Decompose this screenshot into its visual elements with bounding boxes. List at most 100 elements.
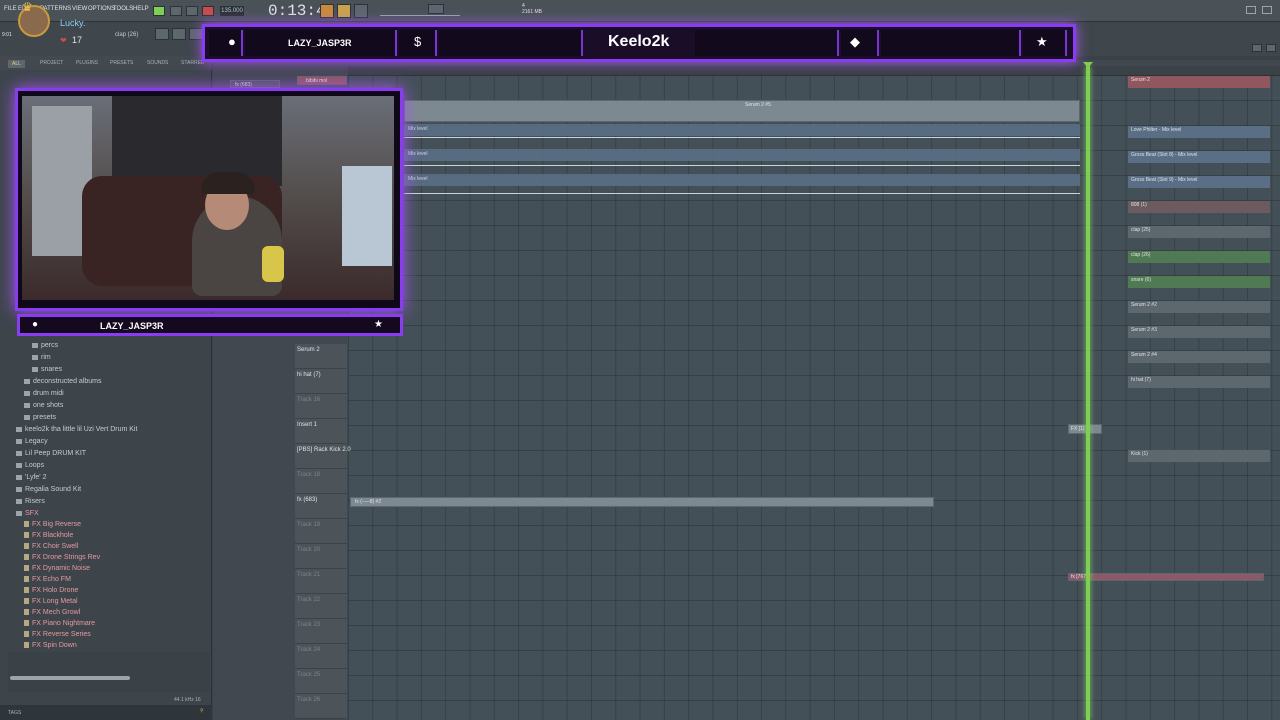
- menu-tools[interactable]: TOOLS: [113, 6, 133, 12]
- tab-project[interactable]: PROJECT: [40, 60, 63, 66]
- pattern-song-toggle[interactable]: [153, 6, 165, 16]
- automation-clip[interactable]: Mix level: [404, 124, 1080, 136]
- main-toolbar: FILE EDIT PATTERNS VIEW OPTIONS TOOLS HE…: [0, 0, 1280, 22]
- automation-curve: [404, 193, 1080, 194]
- metronome-icon[interactable]: [320, 4, 334, 18]
- tree-item[interactable]: snares: [32, 366, 62, 373]
- timeline-ruler[interactable]: [348, 66, 1280, 76]
- folder-icon: [16, 462, 22, 468]
- overlay-username: LAZY_JASP3R: [288, 38, 352, 48]
- sfx-file[interactable]: FX Spin Down: [24, 642, 77, 649]
- tree-item[interactable]: 'Lyfe' 2: [16, 474, 46, 481]
- track-header[interactable]: fx (683): [295, 494, 347, 519]
- sfx-file[interactable]: FX Reverse Series: [24, 631, 91, 638]
- sfx-file[interactable]: FX Piano Nightmare: [24, 620, 95, 627]
- folder-icon: [16, 498, 22, 504]
- audio-clip-fx-right[interactable]: FX [1]: [1068, 424, 1102, 434]
- audio-file-icon: [24, 576, 29, 583]
- track-header[interactable]: hi hat (7): [295, 369, 347, 394]
- mini-clip-label: Love Philter - Mix level: [1131, 127, 1182, 133]
- track-header[interactable]: Track 22: [295, 594, 347, 619]
- settings-icon[interactable]: [1252, 44, 1262, 52]
- track-header[interactable]: Track 21: [295, 569, 347, 594]
- audio-file-icon: [24, 532, 29, 539]
- track-header[interactable]: Track 16: [295, 394, 347, 419]
- sfx-file[interactable]: FX Dynamic Noise: [24, 565, 90, 572]
- stop-button[interactable]: [186, 6, 198, 16]
- tree-item[interactable]: percs: [32, 342, 58, 349]
- minimize-icon[interactable]: [1246, 6, 1256, 14]
- audio-clip-serum[interactable]: Serum 2 #5: [404, 100, 1080, 122]
- folder-icon: [32, 366, 38, 372]
- pattern-clip[interactable]: bibibi mol: [297, 76, 347, 85]
- loop-record-icon[interactable]: [354, 4, 368, 18]
- tree-item[interactable]: rim: [32, 354, 51, 361]
- track-header[interactable]: [PBS] Rack Kick 2.0: [295, 444, 351, 469]
- tree-item[interactable]: Loops: [16, 462, 44, 469]
- play-button[interactable]: [170, 6, 182, 16]
- mini-clip[interactable]: [1128, 201, 1270, 213]
- countdown-icon[interactable]: [337, 4, 351, 18]
- overlay-segment: [881, 30, 1021, 56]
- audio-file-icon: [24, 587, 29, 594]
- maximize-icon[interactable]: [1262, 6, 1272, 14]
- tree-item[interactable]: deconstructed albums: [24, 378, 101, 385]
- automation-clip[interactable]: Mix level: [404, 174, 1080, 186]
- sfx-file[interactable]: FX Mech Growl: [24, 609, 80, 616]
- search-icon[interactable]: ⚲: [200, 708, 204, 714]
- close-icon[interactable]: [1266, 44, 1276, 52]
- tree-item[interactable]: Legacy: [16, 438, 48, 445]
- track-header-fx[interactable]: fx (683): [230, 80, 280, 88]
- mini-clip[interactable]: [1128, 450, 1270, 462]
- sfx-file[interactable]: FX Holo Drone: [24, 587, 78, 594]
- menu-view[interactable]: VIEW: [72, 6, 87, 12]
- track-header[interactable]: Track 18: [295, 469, 347, 494]
- playlist-grid[interactable]: [348, 76, 1280, 720]
- playlist-icon[interactable]: [155, 28, 169, 40]
- tab-presets[interactable]: PRESETS: [110, 60, 133, 66]
- automation-clip[interactable]: Mix level: [404, 149, 1080, 161]
- tree-item[interactable]: keelo2k tha little lil Uzi Vert Drum Kit: [16, 426, 137, 433]
- master-volume-slider[interactable]: [380, 4, 460, 16]
- menu-options[interactable]: OPTIONS: [88, 6, 115, 12]
- menu-file[interactable]: FILE: [4, 6, 17, 12]
- audio-clip-fx[interactable]: fx (–—8) #2: [350, 497, 934, 507]
- channel-rack-icon[interactable]: [189, 28, 203, 40]
- tree-item-sfx[interactable]: SFX: [16, 510, 39, 517]
- tree-item[interactable]: presets: [24, 414, 56, 421]
- tree-item[interactable]: Lil Peep DRUM KIT: [16, 450, 86, 457]
- audio-clip-fx-767[interactable]: fx [767]: [1068, 573, 1264, 581]
- sfx-file[interactable]: FX Big Reverse: [24, 521, 81, 528]
- menu-help[interactable]: HELP: [133, 6, 149, 12]
- track-header[interactable]: Track 23: [295, 619, 347, 644]
- sfx-file[interactable]: FX Choir Swell: [24, 543, 78, 550]
- tree-item[interactable]: one shots: [24, 402, 63, 409]
- track-header[interactable]: Insert 1: [295, 419, 347, 444]
- track-header[interactable]: Track 24: [295, 644, 347, 669]
- tree-item[interactable]: Regalia Sound Kit: [16, 486, 81, 493]
- sfx-file[interactable]: FX Blackhole: [24, 532, 73, 539]
- sfx-file[interactable]: FX Drone Strings Rev: [24, 554, 100, 561]
- tab-plugins[interactable]: PLUGINS: [76, 60, 98, 66]
- playhead[interactable]: [1086, 66, 1090, 720]
- tags-label[interactable]: TAGS: [8, 710, 21, 716]
- sfx-file[interactable]: FX Echo FM: [24, 576, 71, 583]
- track-header[interactable]: Track 26: [295, 694, 347, 719]
- automation-curve: [404, 165, 1080, 166]
- track-header[interactable]: Track 20: [295, 544, 347, 569]
- piano-roll-icon[interactable]: [172, 28, 186, 40]
- track-header[interactable]: Track 25: [295, 669, 347, 694]
- track-header[interactable]: Serum 2: [295, 344, 347, 369]
- tab-sounds[interactable]: SOUNDS: [147, 60, 168, 66]
- record-button[interactable]: [202, 6, 214, 16]
- track-header[interactable]: Track 19: [295, 519, 347, 544]
- sample-preview: [8, 652, 210, 692]
- tab-starred[interactable]: STARRED: [181, 60, 205, 66]
- tab-all[interactable]: ALL: [8, 60, 25, 68]
- master-pitch-slider[interactable]: [428, 4, 444, 14]
- tree-item[interactable]: drum midi: [24, 390, 64, 397]
- sfx-file[interactable]: FX Long Metal: [24, 598, 78, 605]
- tree-item[interactable]: Risers: [16, 498, 45, 505]
- sample-waveform[interactable]: [10, 676, 130, 680]
- tempo-display[interactable]: 135.000: [220, 6, 244, 16]
